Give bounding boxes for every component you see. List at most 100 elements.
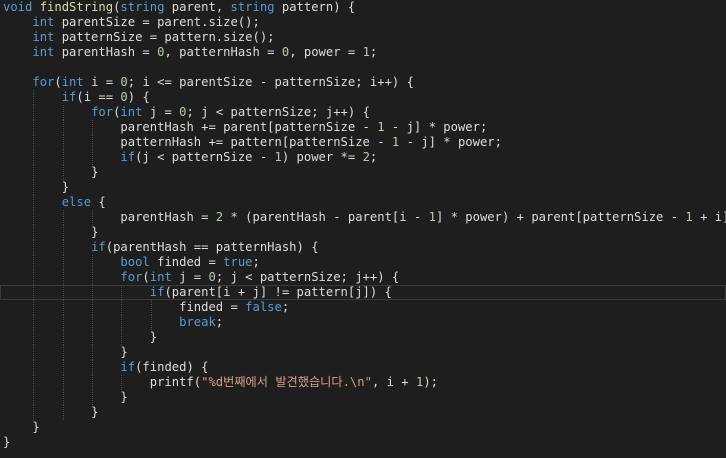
- indent-guide: [33, 405, 35, 420]
- code-token-plain: }: [91, 165, 99, 179]
- code-editor[interactable]: void findString (string parent, string pa…: [0, 0, 726, 458]
- code-line[interactable]: [0, 60, 726, 75]
- code-line[interactable]: finded = false;: [0, 300, 726, 315]
- code-token-str: "%d번째에서 발견했습니다.\n": [201, 375, 372, 389]
- code-line[interactable]: for(int j = 0; j < patternSize; j++) {: [0, 270, 726, 285]
- code-line[interactable]: }: [0, 420, 726, 435]
- code-token-kw: true: [223, 255, 253, 269]
- code-token-plain: (j < patternSize -: [135, 150, 275, 164]
- code-token-plain: ;: [369, 45, 378, 59]
- indent-guide: [62, 285, 64, 300]
- code-token-num: 1: [685, 210, 693, 224]
- code-line[interactable]: void findString(string parent, string pa…: [0, 0, 726, 15]
- indent-guide: [92, 375, 94, 390]
- indent-guide: [62, 375, 64, 390]
- code-token-fn: findString: [39, 0, 114, 14]
- code-line[interactable]: int parentHash = 0, patternHash = 0, pow…: [0, 45, 726, 60]
- indent-guide: [62, 165, 64, 180]
- code-line[interactable]: if(parentHash == patternHash) {: [0, 240, 726, 255]
- code-token-plain: }: [91, 405, 99, 419]
- indent-guide: [92, 390, 94, 405]
- indent-guide: [62, 315, 64, 330]
- code-token-kw: int: [32, 30, 55, 44]
- indent-guide: [33, 210, 35, 225]
- code-token-plain: parentSize = parent.size();: [54, 15, 260, 29]
- code-token-plain: ) power *=: [281, 150, 363, 164]
- indent-guide: [62, 300, 64, 315]
- code-token-plain: finded =: [179, 300, 246, 314]
- indent-guide: [62, 270, 64, 285]
- indent-guide: [62, 120, 64, 135]
- code-token-plain: , patternHash =: [164, 45, 282, 59]
- code-line[interactable]: parentHash = 2 * (parentHash - parent[i …: [0, 210, 726, 225]
- indent-guide: [62, 255, 64, 270]
- code-token-num: 0: [208, 270, 216, 284]
- code-token-plain: (: [142, 270, 150, 284]
- code-line[interactable]: int parentSize = parent.size();: [0, 15, 726, 30]
- code-line[interactable]: }: [0, 330, 726, 345]
- code-line[interactable]: if(parent[i + j] != pattern[j]) {: [0, 285, 726, 300]
- code-token-kw: false: [245, 300, 282, 314]
- code-token-plain: }: [149, 330, 158, 344]
- code-token-plain: pattern) {: [274, 0, 356, 14]
- code-token-plain: parentHash =: [120, 210, 216, 224]
- code-line[interactable]: break;: [0, 315, 726, 330]
- code-token-num: 0: [120, 90, 128, 104]
- indent-guide: [62, 135, 64, 150]
- code-line[interactable]: printf("%d번째에서 발견했습니다.\n", i + 1);: [0, 375, 726, 390]
- indent-guide: [92, 120, 94, 135]
- indent-guide: [62, 225, 64, 240]
- indent-guide: [33, 330, 35, 345]
- code-token-plain: (parent[i + j] != pattern[j]) {: [164, 285, 392, 299]
- code-token-plain: printf(: [149, 375, 202, 389]
- code-line[interactable]: }: [0, 390, 726, 405]
- code-token-kw: string: [120, 0, 165, 14]
- code-token-plain: }: [32, 420, 40, 434]
- code-line[interactable]: bool finded = true;: [0, 255, 726, 270]
- code-token-plain: parentHash =: [54, 45, 158, 59]
- code-token-plain: ;: [215, 315, 224, 329]
- code-token-plain: }: [61, 180, 70, 194]
- code-line[interactable]: }: [0, 225, 726, 240]
- code-line[interactable]: }: [0, 435, 726, 450]
- code-line[interactable]: }: [0, 165, 726, 180]
- code-line[interactable]: if(i == 0) {: [0, 90, 726, 105]
- code-line[interactable]: }: [0, 345, 726, 360]
- code-token-plain: }: [3, 435, 11, 449]
- code-token-kw: int: [149, 270, 172, 284]
- code-line[interactable]: if(finded) {: [0, 360, 726, 375]
- code-token-kw: int: [32, 15, 55, 29]
- code-token-kw: for: [120, 270, 143, 284]
- code-token-plain: (finded) {: [135, 360, 209, 374]
- code-line[interactable]: int patternSize = pattern.size();: [0, 30, 726, 45]
- code-token-plain: ; i <= parentSize - patternSize; i++) {: [127, 75, 414, 89]
- code-token-plain: patternHash += pattern[patternSize -: [120, 135, 392, 149]
- code-line[interactable]: for(int i = 0; i <= parentSize - pattern…: [0, 75, 726, 90]
- indent-guide: [121, 315, 123, 330]
- indent-guide: [92, 135, 94, 150]
- indent-guide: [33, 270, 35, 285]
- indent-guide: [33, 90, 35, 105]
- indent-guide: [62, 345, 64, 360]
- code-line[interactable]: if(j < patternSize - 1) power *= 2;: [0, 150, 726, 165]
- code-token-kw: int: [32, 45, 55, 59]
- code-line[interactable]: }: [0, 180, 726, 195]
- indent-guide: [62, 330, 64, 345]
- code-line[interactable]: for(int j = 0; j < patternSize; j++) {: [0, 105, 726, 120]
- code-line[interactable]: parentHash += parent[patternSize - 1 - j…: [0, 120, 726, 135]
- code-token-kw: string: [230, 0, 275, 14]
- code-line[interactable]: else {: [0, 195, 726, 210]
- code-token-plain: parent,: [164, 0, 231, 14]
- code-line[interactable]: patternHash += pattern[patternSize - 1 -…: [0, 135, 726, 150]
- code-token-plain: j =: [171, 270, 209, 284]
- code-line[interactable]: }: [0, 405, 726, 420]
